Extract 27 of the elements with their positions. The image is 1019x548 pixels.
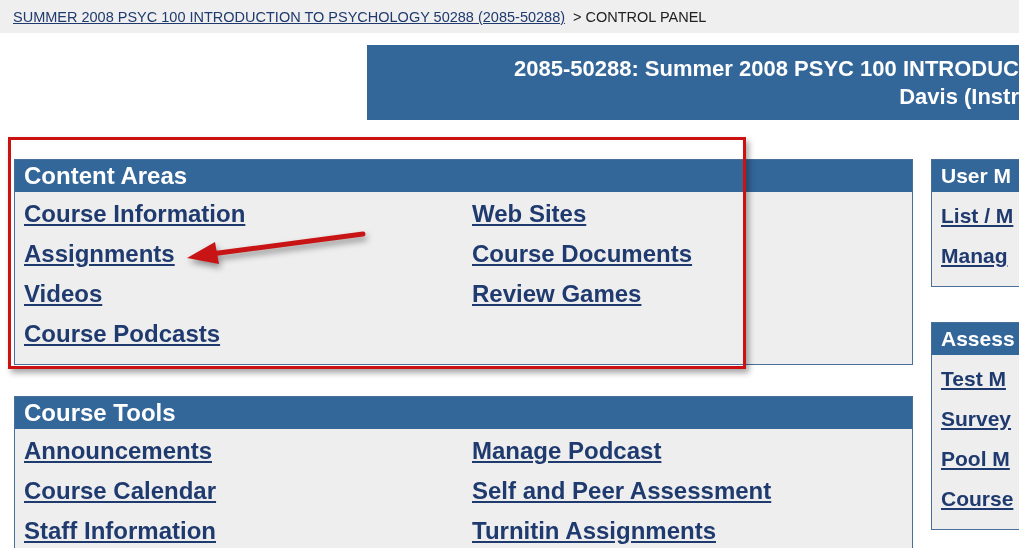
menu-link[interactable]: Videos [24,281,103,307]
menu-link[interactable]: Test M [941,367,1006,390]
menu-link[interactable]: Survey [941,407,1012,430]
panel-title: Course Tools [15,397,912,429]
menu-link[interactable]: Course [941,487,1014,510]
banner-title: Davis (Instr [899,83,1019,111]
menu-link[interactable]: Assignments [24,241,175,267]
menu-link[interactable]: Course Information [24,201,246,227]
menu-link[interactable]: Course Documents [472,241,693,267]
menu-link[interactable]: Announcements [24,438,212,464]
panel-title: Content Areas [15,160,912,192]
menu-link[interactable]: Staff Information [24,518,216,544]
breadcrumb-link[interactable]: SUMMER 2008 PSYC 100 INTRODUCTION TO PSYCHOLOGY 50288 (2085-50288) [13,8,566,25]
panel-title: Assess [932,323,1019,355]
menu-link[interactable]: Web Sites [472,201,587,227]
menu-link[interactable]: Manag [941,244,1008,267]
breadcrumb-current: > CONTROL PANEL [573,8,707,25]
menu-link[interactable]: Manage Podcast [472,438,662,464]
menu-link[interactable]: Course Podcasts [24,321,221,347]
banner-title: 2085-50288: Summer 2008 PSYC 100 INTRODUC [513,55,1019,83]
menu-link[interactable]: Self and Peer Assessment [472,478,772,504]
menu-link[interactable]: Review Games [472,281,642,307]
menu-link[interactable]: Course Calendar [24,478,217,504]
menu-link[interactable]: Pool M [941,447,1010,470]
menu-link[interactable]: List / M [941,204,1014,227]
panel-title: User M [932,160,1019,192]
menu-link[interactable]: Turnitin Assignments [472,518,716,544]
